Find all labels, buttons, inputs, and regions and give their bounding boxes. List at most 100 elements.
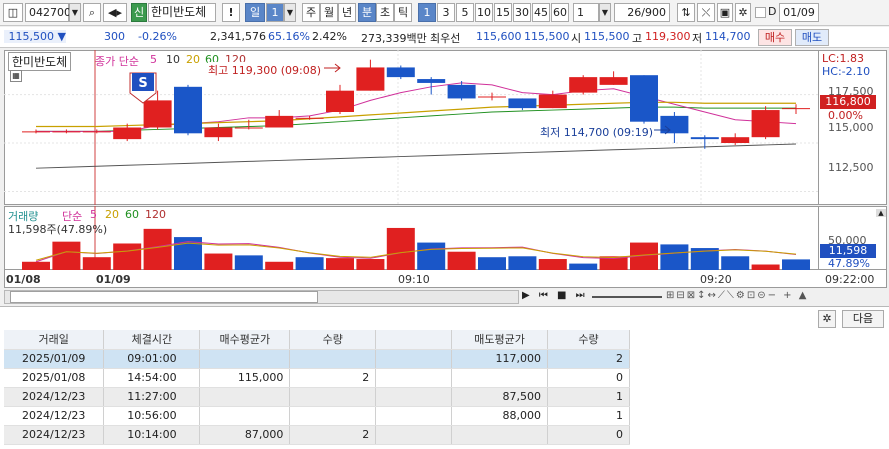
sell-button[interactable]: 매도 (795, 29, 829, 46)
volume-bar (508, 256, 537, 270)
drawing-tools-icon[interactable]: ⊞⊟⊠↕↔⟋⟍⚙⊡⊝− + ▲ (666, 290, 886, 304)
period-minute-button[interactable]: 분 (358, 3, 376, 22)
minute-45-button[interactable]: 45 (532, 3, 550, 22)
period-tick-button[interactable]: 틱 (394, 3, 412, 22)
minute-5-button[interactable]: 5 (456, 3, 474, 22)
signal-text: S (138, 76, 147, 91)
period-value[interactable]: 1 (266, 3, 284, 22)
period-day-button[interactable]: 일 (245, 3, 265, 22)
period-year-button[interactable]: 년 (338, 3, 356, 22)
panel-icon[interactable]: ◫ (3, 3, 23, 22)
vol-ma-60-label: 60 (125, 208, 139, 221)
period-second-button[interactable]: 초 (376, 3, 394, 22)
cell-time: 11:27:00 (103, 387, 201, 407)
turnover-rate: 2.42% (312, 30, 347, 43)
table-row[interactable]: 2024/12/23 10:14:00 87,000 2 0 (4, 425, 630, 445)
playback-controls[interactable]: ▶ ⏮ ■ ⏭ (522, 290, 592, 304)
interval-dropdown-icon[interactable]: ▼ (599, 3, 611, 22)
minute-60-button[interactable]: 60 (551, 3, 569, 22)
candle-body (599, 77, 628, 85)
buy-button[interactable]: 매수 (758, 29, 792, 46)
grid-toggle-icon[interactable]: ▦ (10, 70, 22, 82)
cell-empty (375, 349, 453, 369)
tools-icon[interactable]: ⤬ (697, 3, 715, 22)
save-icon[interactable]: ▣ (717, 3, 733, 22)
open-price: 115,500 (584, 30, 630, 43)
volume-bar (660, 244, 689, 270)
cell-empty (375, 425, 453, 445)
buy-signal-marker: S (129, 72, 157, 104)
volume-pct: 47.89% (828, 257, 870, 270)
volume-bar (478, 257, 506, 270)
candle-body (143, 100, 172, 128)
pane-collapse-icon[interactable]: ▲ (876, 209, 886, 217)
minute-10-button[interactable]: 10 (475, 3, 493, 22)
candle-body (447, 84, 476, 99)
table-row[interactable]: 2024/12/23 11:27:00 87,500 1 (4, 387, 630, 407)
candle-body (569, 77, 598, 93)
candle-body (417, 79, 446, 83)
table-row[interactable]: 2025/01/09 09:01:00 117,000 2 (4, 349, 630, 369)
best-ask: 115,600 (476, 30, 522, 43)
candle-body (265, 115, 294, 128)
warning-button[interactable]: ! (222, 3, 240, 22)
minute-15-button[interactable]: 15 (494, 3, 512, 22)
low-label: 저 (692, 32, 703, 45)
search-icon[interactable]: ⌕ (83, 3, 101, 22)
candle-body (326, 90, 354, 112)
candle-body (751, 110, 780, 138)
settings-gear-icon[interactable]: ✲ (818, 310, 836, 328)
table-row[interactable]: 2024/12/23 10:56:00 88,000 1 (4, 406, 630, 426)
table-row[interactable]: 2025/01/08 14:54:00 115,000 2 0 (4, 368, 630, 388)
col-buy-qty: 수량 (289, 330, 377, 350)
col-empty (375, 330, 453, 350)
candle-body (721, 137, 750, 143)
current-price-tag: 116,800 (820, 95, 876, 109)
cell-empty (375, 406, 453, 426)
ma-10-label: 10 (166, 53, 180, 66)
next-button[interactable]: 다음 (842, 310, 884, 328)
cell-sell-avg: 87,500 (451, 387, 549, 407)
volume-bar (113, 243, 142, 270)
cell-date: 2024/12/23 (4, 387, 105, 407)
period-month-button[interactable]: 월 (320, 3, 338, 22)
minute-3-button[interactable]: 3 (437, 3, 455, 22)
minute-30-button[interactable]: 30 (513, 3, 531, 22)
cell-time: 14:54:00 (103, 368, 201, 388)
d-checkbox[interactable] (755, 7, 766, 18)
volume-current: 11,598주(47.89%) (8, 223, 108, 236)
cell-empty (375, 387, 453, 407)
volume-bar (417, 242, 446, 270)
period-week-button[interactable]: 주 (302, 3, 320, 22)
volume-bar (326, 258, 354, 270)
gear-icon[interactable]: ✲ (735, 3, 751, 22)
minute-1-button[interactable]: 1 (418, 3, 436, 22)
price-change: 300 (104, 30, 125, 43)
volume-bar (721, 256, 750, 270)
low-price: 114,700 (705, 30, 751, 43)
cell-sell-qty: 1 (547, 387, 630, 407)
code-dropdown-icon[interactable]: ▼ (69, 3, 81, 22)
count-display[interactable]: 26/900 (614, 3, 670, 22)
volume-bar (204, 253, 233, 270)
prev-next-icon[interactable]: ◀▸ (103, 3, 127, 22)
period-dropdown-icon[interactable]: ▼ (284, 3, 296, 22)
low-annotation: 최저 114,700 (09:19) (540, 126, 654, 139)
current-volume-tag: 11,598 (820, 244, 876, 258)
cell-buy-avg (199, 406, 291, 426)
zoom-slider[interactable] (592, 296, 662, 298)
cell-buy-qty: 2 (289, 425, 377, 445)
open-label: 시 (571, 32, 582, 45)
interval-input[interactable]: 1 (573, 3, 599, 22)
volume-bar (52, 241, 81, 270)
stock-name[interactable]: 한미반도체 (148, 3, 216, 22)
date-input[interactable]: 01/09 (779, 3, 819, 22)
vol-ma-20-label: 20 (105, 208, 119, 221)
stock-code-input[interactable]: 042700 (25, 3, 71, 22)
candle-body (478, 96, 506, 98)
candle-body (22, 131, 50, 133)
cell-buy-avg: 115,000 (199, 368, 291, 388)
scrollbar-thumb[interactable] (10, 291, 318, 303)
indicator-icon[interactable]: ⇅ (677, 3, 695, 22)
current-price: 115,500 ▼ (4, 30, 66, 43)
